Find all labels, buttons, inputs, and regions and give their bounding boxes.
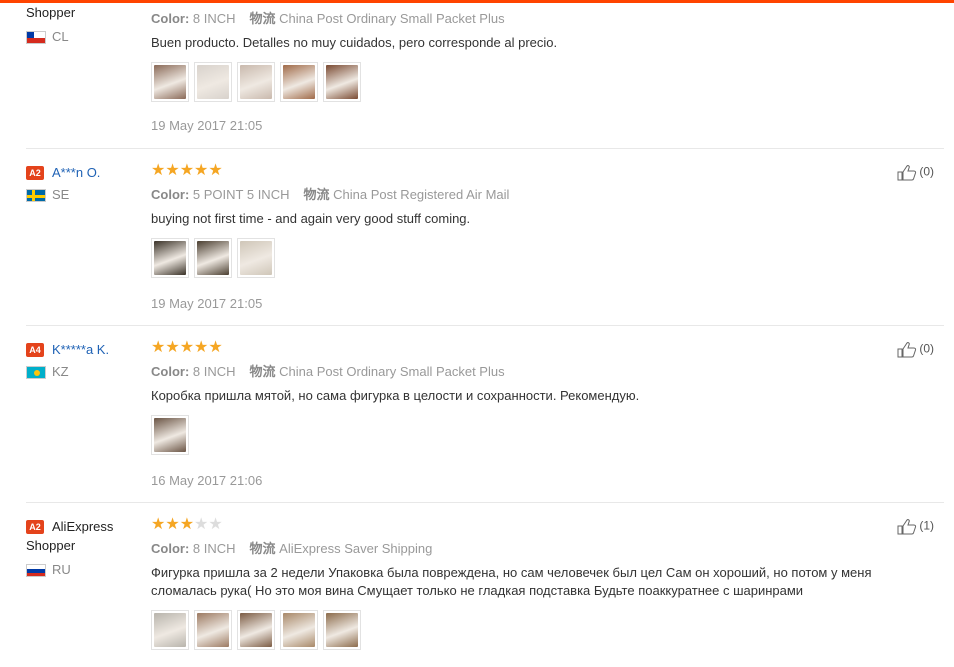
review-image[interactable] xyxy=(151,610,189,650)
country-code: RU xyxy=(52,562,71,578)
review-text: buying not first time - and again very g… xyxy=(151,211,471,226)
reviewer-name[interactable]: K*****a K. xyxy=(52,342,109,357)
helpful-count: (0) xyxy=(919,164,934,179)
review-image[interactable] xyxy=(280,610,318,650)
reviewer-name-line2: Shopper xyxy=(26,538,76,554)
review-content: ★★★★★ Color: 8 INCH 物流 China Post Ordinar… xyxy=(151,339,931,488)
review-image[interactable] xyxy=(194,610,232,650)
top-accent-line xyxy=(0,0,954,3)
color-value: 8 INCH xyxy=(192,364,236,379)
review-image[interactable] xyxy=(323,62,361,102)
review-meta: Color: 8 INCH 物流 China Post Ordinary Smal… xyxy=(151,11,505,26)
review-text: Фигурка пришла за 2 недели Упаковка была… xyxy=(151,565,872,598)
review-thumbnails xyxy=(151,415,931,457)
review-image[interactable] xyxy=(151,238,189,278)
reviewer-country: RU xyxy=(26,562,113,578)
buyer-level-badge: A2 xyxy=(26,519,44,534)
thumbs-up-icon xyxy=(897,165,917,181)
flag-se-icon xyxy=(26,189,46,203)
review-date: 19 May 2017 21:05 xyxy=(151,118,263,133)
shipping-value: China Post Ordinary Small Packet Plus xyxy=(279,364,505,379)
helpful-button[interactable]: (0) xyxy=(897,341,934,358)
review-image[interactable] xyxy=(194,62,232,102)
reviewer-name[interactable]: A***n O. xyxy=(52,165,100,180)
buyer-level-badge: A2 xyxy=(26,165,44,180)
review-image[interactable] xyxy=(323,610,361,650)
color-value: 8 INCH xyxy=(192,11,236,26)
flag-ru-icon xyxy=(26,564,46,578)
review-content: ★★★★★ Color: 8 INCH 物流 AliExpress Saver S… xyxy=(151,516,931,652)
review-meta: Color: 5 POINT 5 INCH 物流 China Post Regis… xyxy=(151,187,510,202)
review-image[interactable] xyxy=(280,62,318,102)
review-date: 16 May 2017 21:06 xyxy=(151,473,263,488)
review-image[interactable] xyxy=(237,62,275,102)
review-image[interactable] xyxy=(237,610,275,650)
review-date: 19 May 2017 21:05 xyxy=(151,296,263,311)
flag-kz-icon xyxy=(26,366,46,380)
reviewer-info: A2 A***n O. SE xyxy=(26,164,100,203)
reviewer-info: Shopper CL xyxy=(26,5,76,45)
shipping-value: China Post Registered Air Mail xyxy=(333,187,510,202)
reviewer-country: SE xyxy=(26,187,100,203)
thumbs-up-icon xyxy=(897,342,917,358)
rating-stars: ★★★★★ xyxy=(151,339,223,356)
review-image[interactable] xyxy=(194,238,232,278)
reviewer-name: Shopper xyxy=(26,5,76,20)
review-content: Color: 8 INCH 物流 China Post Ordinary Smal… xyxy=(151,8,931,133)
review-meta: Color: 8 INCH 物流 AliExpress Saver Shippin… xyxy=(151,541,433,556)
reviewer-country: CL xyxy=(26,29,75,45)
color-value: 5 POINT 5 INCH xyxy=(192,187,290,202)
review-thumbnails xyxy=(151,610,931,652)
rating-stars: ★★★★★ xyxy=(151,162,223,179)
review-thumbnails xyxy=(151,62,931,104)
review-image[interactable] xyxy=(151,415,189,455)
buyer-level-badge: A4 xyxy=(26,342,44,357)
review-content: ★★★★★ Color: 5 POINT 5 INCH 物流 China Post… xyxy=(151,162,931,311)
divider xyxy=(26,325,944,326)
rating-stars: ★★★★★ xyxy=(151,516,223,533)
review-text: Buen producto. Detalles no muy cuidados,… xyxy=(151,35,558,50)
shipping-value: AliExpress Saver Shipping xyxy=(279,541,433,556)
review-text: Коробка пришла мятой, но сама фигурка в … xyxy=(151,388,640,403)
helpful-count: (1) xyxy=(919,518,934,533)
flag-cl-icon xyxy=(26,31,46,45)
country-code: CL xyxy=(52,29,69,44)
divider xyxy=(26,502,944,503)
reviewer-info: A2 AliExpress Shopper RU xyxy=(26,518,114,578)
country-code: SE xyxy=(52,187,70,203)
review-image[interactable] xyxy=(151,62,189,102)
shipping-value: China Post Ordinary Small Packet Plus xyxy=(279,11,505,26)
reviewer-info: A4 K*****a K. KZ xyxy=(26,341,109,380)
review-thumbnails xyxy=(151,238,931,280)
thumbs-up-icon xyxy=(897,519,917,535)
color-value: 8 INCH xyxy=(192,541,236,556)
helpful-button[interactable]: (1) xyxy=(897,518,934,535)
helpful-count: (0) xyxy=(919,341,934,356)
reviewer-name: AliExpress xyxy=(52,519,114,535)
reviewer-country: KZ xyxy=(26,364,109,380)
helpful-button[interactable]: (0) xyxy=(897,164,934,181)
country-code: KZ xyxy=(52,364,69,380)
divider xyxy=(26,148,944,149)
review-meta: Color: 8 INCH 物流 China Post Ordinary Smal… xyxy=(151,364,505,379)
review-image[interactable] xyxy=(237,238,275,278)
